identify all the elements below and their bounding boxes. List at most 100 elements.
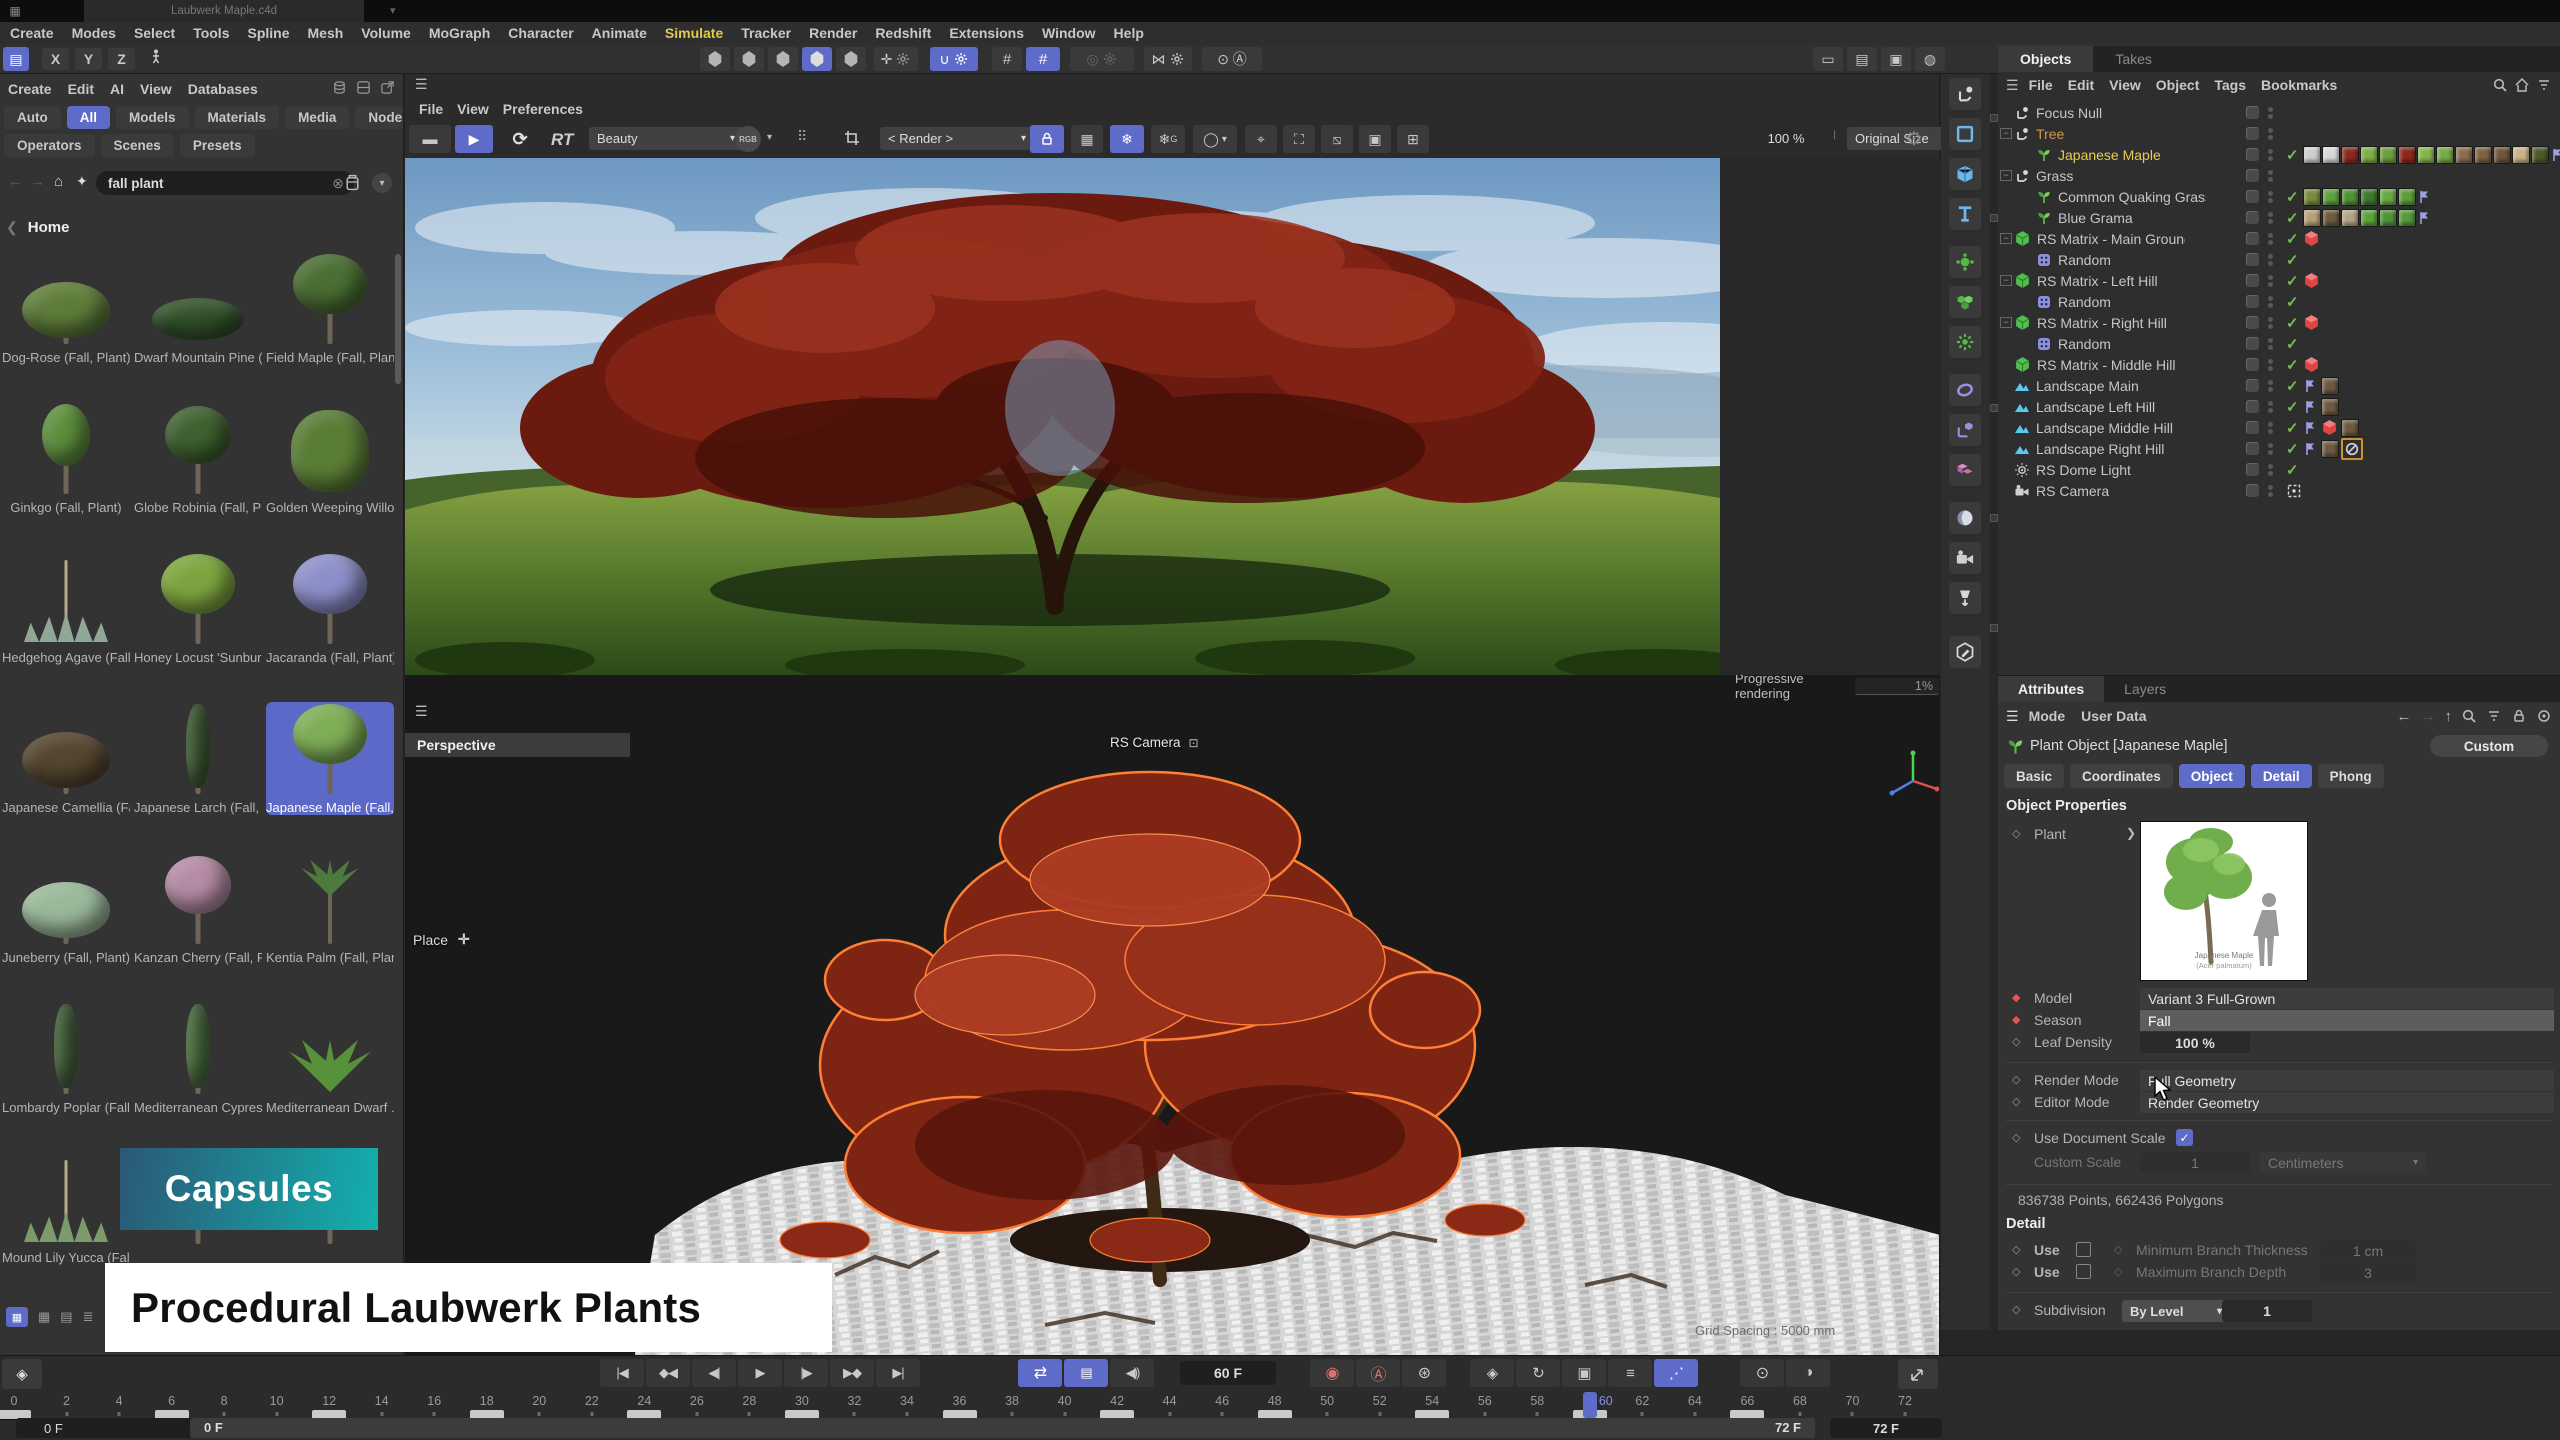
om-menu-object[interactable]: Object xyxy=(2156,77,2200,93)
thumbnail-view-icon[interactable]: ▦ xyxy=(6,1307,28,1327)
material-swatch[interactable] xyxy=(2398,209,2416,227)
layer-color-chip[interactable] xyxy=(2246,316,2259,329)
object-row-grass[interactable]: − Grass xyxy=(1998,165,2560,186)
key-parameter-icon[interactable]: ≡ xyxy=(1608,1359,1652,1387)
timeline-ruler[interactable]: 0246810121416182022242628303234363840424… xyxy=(0,1392,1940,1420)
visibility-dots[interactable] xyxy=(2268,464,2273,476)
object-row-blue-grama[interactable]: Blue Grama ✓ xyxy=(1998,207,2560,228)
region-icon[interactable]: ⛶ xyxy=(1283,125,1315,153)
editor-mode-anim-dot[interactable]: ◇ xyxy=(2012,1095,2020,1108)
subdivision-surface-icon[interactable] xyxy=(1949,246,1981,278)
breadcrumb-back-icon[interactable]: ❮ xyxy=(6,219,18,236)
asset-tile-dwarf-mountain-pine[interactable]: Dwarf Mountain Pine (... xyxy=(134,252,262,365)
annotation-flag-icon[interactable] xyxy=(2550,147,2560,163)
visibility-check-icon[interactable]: ✓ xyxy=(2286,314,2299,332)
menu-animate[interactable]: Animate xyxy=(592,25,647,41)
material-swatch[interactable] xyxy=(2493,146,2511,164)
menu-mesh[interactable]: Mesh xyxy=(308,25,344,41)
splitter-handle[interactable] xyxy=(1990,624,1998,632)
add-image-icon[interactable]: ⊞ xyxy=(1397,125,1429,153)
spline-rectangle-icon[interactable] xyxy=(1949,118,1981,150)
section-detail[interactable]: Detail xyxy=(2006,1216,2046,1232)
object-label[interactable]: Random xyxy=(2058,294,2111,310)
transport-goto-start-icon[interactable]: |◀ xyxy=(600,1359,644,1387)
om-menu-tags[interactable]: Tags xyxy=(2214,77,2246,93)
asset-menu-edit[interactable]: Edit xyxy=(68,81,94,97)
deformer-icon[interactable] xyxy=(1949,374,1981,406)
viewport-menu-icon[interactable]: ☰ xyxy=(415,703,428,720)
filter-tab-auto[interactable]: Auto xyxy=(4,106,61,129)
material-swatch[interactable] xyxy=(2303,209,2321,227)
cube-primitive-icon[interactable] xyxy=(1949,158,1981,190)
attr-menu-mode[interactable]: Mode xyxy=(2029,708,2066,724)
object-label[interactable]: RS Camera xyxy=(2036,483,2109,499)
rgb-dropdown-icon[interactable]: ▾ xyxy=(767,132,772,143)
asset-tile-field-maple-fall-plant[interactable]: Field Maple (Fall, Plant) xyxy=(266,252,394,365)
leaf-density-anim-dot[interactable]: ◇ xyxy=(2012,1035,2020,1048)
leaf-density-field[interactable]: 100 % xyxy=(2140,1032,2250,1053)
object-label[interactable]: Grass xyxy=(2036,168,2073,184)
visibility-dots[interactable] xyxy=(2268,443,2273,455)
autokey-icon[interactable]: Ⓐ xyxy=(1356,1359,1400,1387)
transport-play-icon[interactable]: ▶ xyxy=(738,1359,782,1387)
redshift-tag-icon[interactable] xyxy=(2303,230,2320,247)
attr-tab-layers[interactable]: Layers xyxy=(2104,676,2186,702)
expander-icon[interactable]: − xyxy=(2000,233,2012,244)
use2-anim-dot[interactable]: ◇ xyxy=(2012,1265,2020,1278)
asset-tile-honey-locust-sunbur[interactable]: Honey Locust 'Sunbur... xyxy=(134,552,262,665)
visibility-dots[interactable] xyxy=(2268,359,2273,371)
subdivision-mode-dropdown[interactable]: By Level▾ xyxy=(2122,1300,2230,1322)
timeline-range-slider[interactable]: 0 F 72 F xyxy=(190,1418,1815,1438)
document-tab[interactable]: Laubwerk Maple.c4d xyxy=(84,0,364,22)
key-position-icon[interactable]: ◈ xyxy=(1470,1359,1514,1387)
axis-modification-icon[interactable]: ✛ xyxy=(874,47,918,71)
menu-select[interactable]: Select xyxy=(134,25,175,41)
menu-render[interactable]: Render xyxy=(809,25,857,41)
keyframe-preset-1-icon[interactable]: ◑ xyxy=(1786,1359,1830,1387)
material-swatch[interactable] xyxy=(2360,188,2378,206)
camera-active-icon[interactable] xyxy=(2286,483,2302,499)
camera-hud-icon[interactable]: ⊡ xyxy=(1189,736,1199,750)
filter-tab-models[interactable]: Models xyxy=(116,106,189,129)
expander-icon[interactable]: − xyxy=(2000,275,2012,286)
visibility-dots[interactable] xyxy=(2268,107,2273,119)
motext-icon[interactable] xyxy=(1949,198,1981,230)
attr-menu-user-data[interactable]: User Data xyxy=(2081,708,2146,724)
asset-tile-juneberry-fall-plant[interactable]: Juneberry (Fall, Plant) xyxy=(2,852,130,965)
object-row-rs-matrix-main-ground[interactable]: − RS Matrix - Main Ground ✓ xyxy=(1998,228,2560,249)
object-label[interactable]: Common Quaking Grass xyxy=(2058,189,2206,205)
material-swatch[interactable] xyxy=(2360,146,2378,164)
object-row-landscape-right-hill[interactable]: Landscape Right Hill ✓ xyxy=(1998,438,2560,459)
visibility-dots[interactable] xyxy=(2268,422,2273,434)
object-row-landscape-main[interactable]: Landscape Main ✓ xyxy=(1998,375,2560,396)
asset-tile-lombardy-poplar-fall[interactable]: Lombardy Poplar (Fall... xyxy=(2,1002,130,1115)
material-swatch[interactable] xyxy=(2436,146,2454,164)
object-label[interactable]: RS Matrix - Right Hill xyxy=(2037,315,2167,331)
layer-color-chip[interactable] xyxy=(2246,337,2259,350)
attr-track-icon[interactable] xyxy=(2536,708,2552,724)
external-window-icon[interactable] xyxy=(380,80,395,95)
save-image-icon[interactable]: ▣ xyxy=(1359,125,1391,153)
asset-menu-create[interactable]: Create xyxy=(8,81,52,97)
visibility-check-icon[interactable]: ✓ xyxy=(2286,293,2299,311)
attr-section-tab-object[interactable]: Object xyxy=(2179,764,2245,788)
object-label[interactable]: RS Matrix - Middle Hill xyxy=(2037,357,2175,373)
asset-search-input-wrap[interactable]: ⊗ xyxy=(96,171,354,195)
asset-tile-golden-weeping-willo[interactable]: Golden Weeping Willo... xyxy=(266,402,394,515)
redshift-tag-icon[interactable] xyxy=(2321,419,2338,436)
object-row-rs-matrix-left-hill[interactable]: − RS Matrix - Left Hill ✓ xyxy=(1998,270,2560,291)
viewport-view-label-bg[interactable]: Perspective xyxy=(405,733,630,757)
detail-view-icon[interactable]: ≣ xyxy=(83,1309,94,1325)
annotation-flag-icon[interactable] xyxy=(2303,399,2319,415)
transport-prev-key-icon[interactable]: ◆◀ xyxy=(646,1359,690,1387)
tab-dropdown-icon[interactable]: ▾ xyxy=(390,4,396,17)
asset-tile-japanese-camellia-fal[interactable]: Japanese Camellia (Fal... xyxy=(2,702,130,815)
visibility-dots[interactable] xyxy=(2268,338,2273,350)
filter-tab-nodes[interactable]: Nodes xyxy=(355,106,404,129)
render-gear-icon[interactable]: ⚙ xyxy=(1900,126,1928,152)
clipboard-anim-icon[interactable]: ▤ xyxy=(1064,1359,1108,1387)
layer-color-chip[interactable] xyxy=(2246,358,2259,371)
dither-icon[interactable]: ⠿ xyxy=(797,128,807,145)
render-queue-icon[interactable]: ▤ xyxy=(1847,47,1877,71)
menu-character[interactable]: Character xyxy=(508,25,573,41)
